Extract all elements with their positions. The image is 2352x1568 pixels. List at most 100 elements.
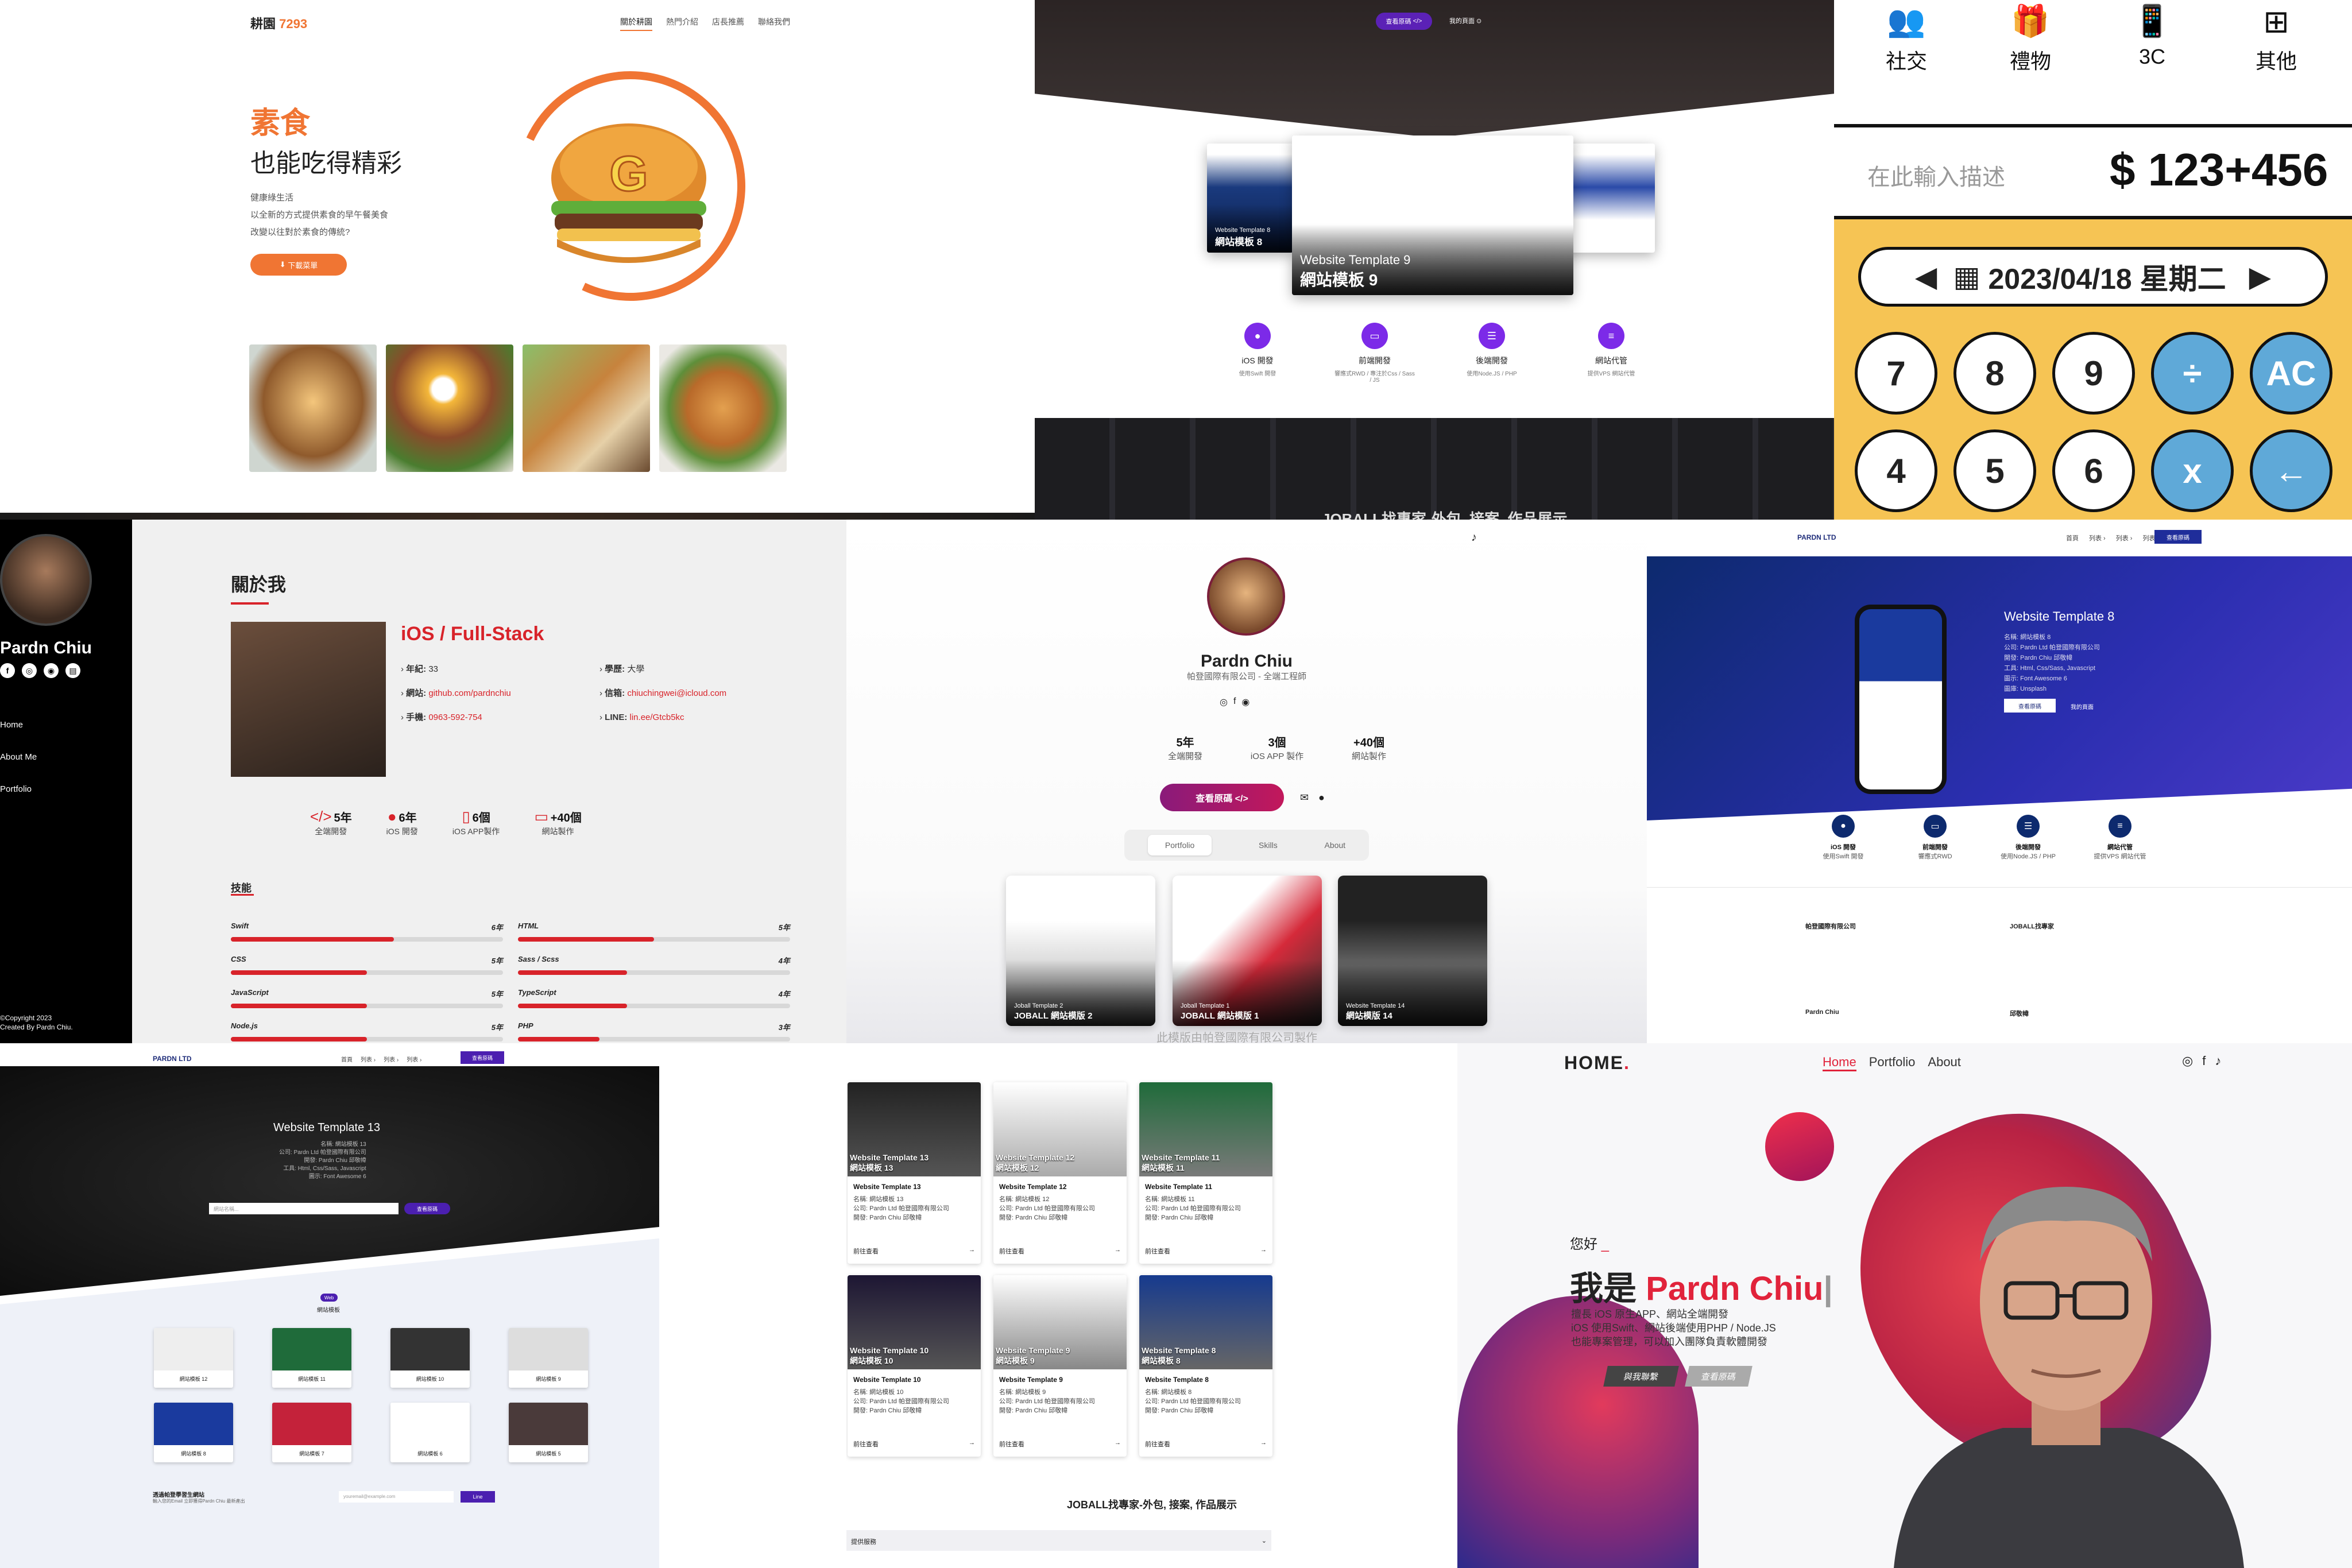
my-page-link[interactable]: 我的頁面 ⊙ bbox=[1449, 16, 1481, 25]
github-icon[interactable]: ◉ bbox=[44, 663, 59, 678]
template-card[interactable]: Website Template 11 網站模板 11 Website Templa… bbox=[1139, 1082, 1272, 1264]
nav-list[interactable]: 列表 › bbox=[361, 1055, 376, 1063]
key-6[interactable]: 6 bbox=[2052, 429, 2135, 512]
nav-about[interactable]: About bbox=[1928, 1055, 1961, 1071]
portfolio-card[interactable]: Joball Template 1 JOBALL 網站模版 1 bbox=[1173, 876, 1322, 1026]
arrow-right-icon[interactable]: → bbox=[969, 1246, 975, 1256]
subscribe-button[interactable]: Line bbox=[461, 1491, 495, 1503]
nav-about[interactable]: 關於耕園 bbox=[620, 16, 652, 31]
arrow-right-icon[interactable]: → bbox=[1260, 1246, 1267, 1256]
key-7[interactable]: 7 bbox=[1855, 332, 1937, 415]
next-date-icon[interactable]: ▶ bbox=[2249, 260, 2271, 293]
key-8[interactable]: 8 bbox=[1953, 332, 2036, 415]
nav-recommend[interactable]: 店長推薦 bbox=[712, 16, 744, 31]
template-card[interactable]: 網站模板 8 bbox=[154, 1403, 233, 1462]
key-4[interactable]: 4 bbox=[1855, 429, 1937, 512]
nav-list[interactable]: 列表 › bbox=[384, 1055, 399, 1063]
template-card[interactable]: 網站模板 6 bbox=[390, 1403, 470, 1462]
sidebar-item-portfolio[interactable]: Portfolio bbox=[0, 773, 37, 806]
nav-list[interactable]: 列表 › bbox=[407, 1055, 421, 1063]
nav-portfolio[interactable]: Portfolio bbox=[1869, 1055, 1916, 1071]
template-preview-9[interactable]: Website Template 9 網站模板 9 bbox=[1292, 135, 1573, 295]
download-menu-button[interactable]: ⬇ 下載菜單 bbox=[250, 254, 347, 276]
nav-list[interactable]: 列表 › bbox=[2116, 533, 2133, 543]
template-card[interactable]: 網站模板 7 bbox=[272, 1403, 351, 1462]
template-card[interactable]: Website Template 9 網站模板 9 Website Template… bbox=[993, 1275, 1127, 1457]
category-other[interactable]: ⊞ 其他 bbox=[2230, 3, 2322, 75]
info-value-link[interactable]: github.com/pardnchiu bbox=[428, 688, 510, 698]
key-5[interactable]: 5 bbox=[1953, 429, 2036, 512]
facebook-icon[interactable]: f bbox=[1233, 696, 1236, 708]
header-button[interactable]: 查看原碼 bbox=[2154, 530, 2202, 544]
contact-button[interactable]: 與我聯繫 bbox=[1603, 1366, 1679, 1387]
instagram-icon[interactable]: ◎ bbox=[1220, 696, 1228, 708]
linkedin-icon[interactable]: ▤ bbox=[65, 663, 80, 678]
card-more-link[interactable]: 前往查看 bbox=[999, 1246, 1024, 1256]
mail-icon[interactable]: ✉ bbox=[1300, 792, 1309, 804]
facebook-icon[interactable]: f bbox=[0, 663, 15, 678]
template-preview-8[interactable]: Website Template 8 網站模板 8 bbox=[1207, 144, 1293, 253]
site-logo[interactable]: 耕園 7293 bbox=[250, 14, 307, 32]
view-source-button[interactable]: 查看原碼 </> bbox=[1376, 13, 1432, 30]
template-card[interactable]: 網站模板 11 bbox=[272, 1328, 351, 1388]
food-image[interactable] bbox=[659, 344, 787, 472]
instagram-icon[interactable]: ◎ bbox=[2182, 1054, 2193, 1068]
brand[interactable]: PARDN LTD bbox=[1797, 533, 1836, 541]
food-image[interactable] bbox=[249, 344, 377, 472]
key-divide[interactable]: ÷ bbox=[2151, 332, 2234, 415]
prev-date-icon[interactable]: ◀ bbox=[1915, 260, 1937, 293]
template-card[interactable]: Website Template 10 網站模板 10 Website Templa… bbox=[848, 1275, 981, 1457]
tab-about[interactable]: About bbox=[1324, 841, 1345, 850]
facebook-icon[interactable]: f bbox=[2202, 1054, 2206, 1068]
header-button[interactable]: 查看原碼 bbox=[461, 1051, 504, 1064]
key-backspace[interactable]: ← bbox=[2250, 429, 2332, 512]
tiktok-icon[interactable]: ♪ bbox=[2215, 1054, 2221, 1068]
messenger-icon[interactable]: ● bbox=[1318, 792, 1325, 804]
card-more-link[interactable]: 前往查看 bbox=[853, 1439, 879, 1449]
template-card[interactable]: Website Template 13 網站模板 13 Website Templa… bbox=[848, 1082, 981, 1264]
food-image[interactable] bbox=[523, 344, 650, 472]
category-social[interactable]: 👥 社交 bbox=[1860, 3, 1952, 75]
brand[interactable]: PARDN LTD bbox=[153, 1055, 192, 1063]
sidebar-item-home[interactable]: Home bbox=[0, 709, 37, 741]
github-icon[interactable]: ◉ bbox=[1241, 696, 1250, 708]
nav-list[interactable]: 列表 › bbox=[2089, 533, 2106, 543]
category-gift[interactable]: 🎁 禮物 bbox=[1984, 3, 2076, 75]
food-image[interactable] bbox=[386, 344, 513, 472]
card-more-link[interactable]: 前往查看 bbox=[1145, 1439, 1170, 1449]
portfolio-card[interactable]: Website Template 14 網站模版 14 bbox=[1338, 876, 1487, 1026]
card-more-link[interactable]: 前往查看 bbox=[999, 1439, 1024, 1449]
nav-contact[interactable]: 聯絡我們 bbox=[758, 16, 790, 31]
nav-popular[interactable]: 熱門介紹 bbox=[666, 16, 698, 31]
nav-home[interactable]: Home bbox=[1823, 1055, 1856, 1071]
key-9[interactable]: 9 bbox=[2052, 332, 2135, 415]
email-field[interactable]: youremail@example.com bbox=[339, 1491, 454, 1503]
card-more-link[interactable]: 前往查看 bbox=[853, 1246, 879, 1256]
view-source-button[interactable]: 查看原碼 </> bbox=[1160, 784, 1284, 811]
arrow-right-icon[interactable]: → bbox=[1115, 1439, 1121, 1449]
template-preview-right[interactable] bbox=[1563, 144, 1655, 253]
tab-skills[interactable]: Skills bbox=[1259, 841, 1278, 850]
nav-home[interactable]: 首頁 bbox=[341, 1055, 353, 1063]
template-card[interactable]: Website Template 12 網站模板 12 Website Templa… bbox=[993, 1082, 1127, 1264]
tab-portfolio[interactable]: Portfolio bbox=[1147, 835, 1212, 855]
instagram-icon[interactable]: ◎ bbox=[22, 663, 37, 678]
sidebar-item-about[interactable]: About Me bbox=[0, 741, 37, 773]
template-card[interactable]: 網站模板 10 bbox=[390, 1328, 470, 1388]
search-input[interactable]: 網站名稱... bbox=[209, 1203, 399, 1214]
site-logo[interactable]: HOME. bbox=[1564, 1052, 1630, 1074]
faq-accordion[interactable]: 提供服務 ⌄ bbox=[846, 1530, 1271, 1551]
arrow-right-icon[interactable]: → bbox=[1260, 1439, 1267, 1449]
template-card[interactable]: 網站模板 5 bbox=[509, 1403, 588, 1462]
view-source-button[interactable]: 查看原碼 bbox=[2004, 699, 2056, 713]
date-selector[interactable]: ◀ ▦ 2023/04/18 星期二 ▶ bbox=[1858, 247, 2328, 307]
info-value-link[interactable]: 0963-592-754 bbox=[428, 713, 482, 722]
my-page-link[interactable]: 我的頁面 bbox=[2071, 702, 2094, 711]
template-card[interactable]: Website Template 8 網站模板 8 Website Template… bbox=[1139, 1275, 1272, 1457]
category-3c[interactable]: 📱 3C bbox=[2106, 3, 2198, 69]
search-button[interactable]: 查看原碼 bbox=[404, 1203, 450, 1214]
key-multiply[interactable]: x bbox=[2151, 429, 2234, 512]
template-card[interactable]: 網站模板 12 bbox=[154, 1328, 233, 1388]
tiktok-icon[interactable]: ♪ bbox=[1471, 531, 1477, 544]
info-value-link[interactable]: chiuchingwei@icloud.com bbox=[627, 688, 726, 698]
